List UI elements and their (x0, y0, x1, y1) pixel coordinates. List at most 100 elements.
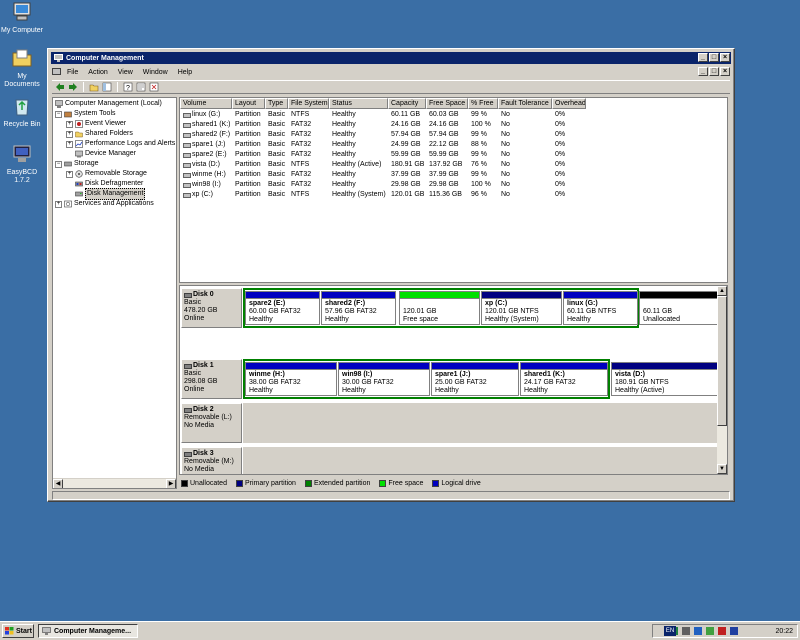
column-header-volume[interactable]: Volume (180, 98, 232, 109)
desktop-icon-recycle-bin[interactable]: Recycle Bin (0, 96, 44, 129)
collapse-icon[interactable]: − (55, 160, 62, 168)
expand-icon[interactable]: + (66, 170, 73, 178)
tree-item-services-and-applications[interactable]: + Services and Applications (55, 199, 154, 209)
table-row[interactable]: winme (H:) Partition Basic FAT32 Healthy 37.9… (180, 170, 586, 180)
menu-help[interactable]: Help (178, 69, 192, 76)
tree-item-system-tools[interactable]: − System Tools (55, 109, 116, 119)
disk-label-3[interactable]: Disk 3 Removable (M:) No Media (181, 447, 242, 474)
scroll-up-icon[interactable]: ▲ (717, 286, 727, 296)
partition-block[interactable]: xp (C:) 120.01 GB NTFS Healthy (System) (481, 291, 562, 325)
partition-block[interactable]: linux (G:) 60.11 GB NTFS Healthy (563, 291, 638, 325)
partition-block[interactable]: shared2 (F:) 57.96 GB FAT32 Healthy (321, 291, 396, 325)
tree-item-shared-folders[interactable]: + Shared Folders (66, 129, 133, 139)
volume-icon[interactable] (682, 627, 690, 635)
scroll-left-icon[interactable]: ◀ (53, 479, 63, 488)
tree-item-storage[interactable]: − Storage (55, 159, 99, 169)
column-header-free-space[interactable]: Free Space (426, 98, 468, 109)
child-minimize-button[interactable]: _ (698, 67, 708, 76)
table-row[interactable]: linux (G:) Partition Basic NTFS Healthy 60.11… (180, 110, 586, 120)
tree-item-computer-management[interactable]: Computer Management (Local) (55, 99, 162, 109)
antivirus-icon[interactable] (718, 627, 726, 635)
scroll-right-icon[interactable]: ▶ (166, 479, 176, 488)
table-cell: 37.99 GB (429, 171, 459, 178)
start-button[interactable]: Start (2, 624, 34, 638)
display-icon[interactable] (694, 627, 702, 635)
disk-label-0[interactable]: Disk 0 Basic 478.20 GB Online (181, 288, 242, 328)
title-bar[interactable]: Computer Management _ □ × (51, 52, 731, 64)
expand-icon[interactable]: + (66, 130, 73, 138)
show-hide-tree-icon[interactable] (102, 82, 112, 92)
table-row[interactable]: shared1 (K:) Partition Basic FAT32 Healthy 24… (180, 120, 586, 130)
menu-window[interactable]: Window (143, 69, 168, 76)
back-arrow-icon[interactable] (55, 82, 65, 92)
column-header-status[interactable]: Status (329, 98, 388, 109)
desktop-icon-my-documents[interactable]: My Documents (0, 48, 44, 89)
desktop-icon-my-computer[interactable]: My Computer (0, 2, 44, 35)
menu-file[interactable]: File (67, 69, 78, 76)
scroll-thumb[interactable] (717, 296, 727, 426)
security-icon[interactable] (730, 627, 738, 635)
partition-name: vista (D:) (615, 371, 645, 378)
up-folder-icon[interactable] (89, 82, 99, 92)
partition-block[interactable]: 120.01 GB Free space (399, 291, 480, 325)
disk-label-2[interactable]: Disk 2 Removable (L:) No Media (181, 403, 242, 443)
tree-item-device-manager[interactable]: Device Manager (75, 149, 136, 159)
partition-block[interactable]: 60.11 GB Unallocated (639, 291, 719, 325)
column-header-overhead[interactable]: Overhead (552, 98, 586, 109)
table-cell: Basic (268, 131, 286, 138)
tree-item-event-viewer[interactable]: + Event Viewer (66, 119, 126, 129)
column-header-capacity[interactable]: Capacity (388, 98, 426, 109)
table-row[interactable]: vista (D:) Partition Basic NTFS Healthy (Act… (180, 160, 586, 170)
table-cell: Healthy (332, 111, 356, 118)
minimize-button[interactable]: _ (698, 53, 708, 62)
child-restore-button[interactable]: □ (709, 67, 719, 76)
table-row[interactable]: spare2 (E:) Partition Basic FAT32 Healthy 59.… (180, 150, 586, 160)
disk-label-1[interactable]: Disk 1 Basic 298.08 GB Online (181, 359, 242, 399)
partition-block[interactable]: spare2 (E:) 60.00 GB FAT32 Healthy (245, 291, 320, 325)
table-row[interactable]: shared2 (F:) Partition Basic FAT32 Healthy 57… (180, 130, 586, 140)
help-icon[interactable]: ? (123, 82, 133, 92)
collapse-icon[interactable]: − (55, 110, 62, 118)
close-button[interactable]: × (720, 53, 730, 62)
column-header-file-system[interactable]: File System (288, 98, 329, 109)
table-cell: Partition (235, 181, 261, 188)
table-cell: 0% (555, 141, 566, 148)
partition-block[interactable]: spare1 (J:) 25.00 GB FAT32 Healthy (431, 362, 519, 396)
partition-block[interactable]: vista (D:) 180.91 GB NTFS Healthy (Active) (611, 362, 721, 396)
table-row[interactable]: win98 (I:) Partition Basic FAT32 Healthy 29.9… (180, 180, 586, 190)
desktop-icon-easybcd[interactable]: EasyBCD 1.7.2 (0, 144, 44, 185)
tree-item-performance-logs[interactable]: + Performance Logs and Alerts (66, 139, 175, 149)
menu-action[interactable]: Action (88, 69, 107, 76)
menu-view[interactable]: View (118, 69, 133, 76)
tree-horizontal-scrollbar[interactable]: ◀ ▶ (53, 478, 176, 488)
properties-icon[interactable] (136, 82, 146, 92)
table-cell: 57.94 GB (391, 131, 421, 138)
column-header-percent-free[interactable]: % Free (468, 98, 498, 109)
table-cell: Partition (235, 141, 261, 148)
table-row[interactable]: xp (C:) Partition Basic NTFS Healthy (System… (180, 190, 586, 200)
expand-icon[interactable]: + (55, 200, 62, 208)
maximize-button[interactable]: □ (709, 53, 719, 62)
partition-block[interactable]: win98 (I:) 30.00 GB FAT32 Healthy (338, 362, 430, 396)
export-list-icon[interactable] (149, 82, 159, 92)
language-indicator[interactable]: EN (664, 626, 676, 636)
table-cell: Partition (235, 121, 261, 128)
safely-remove-icon[interactable] (706, 627, 714, 635)
tree-item-removable-storage[interactable]: + Removable Storage (66, 169, 147, 179)
partition-block[interactable]: winme (H:) 38.00 GB FAT32 Healthy (245, 362, 337, 396)
taskbar-button-computer-management[interactable]: Computer Manageme... (38, 624, 138, 638)
forward-arrow-icon[interactable] (68, 82, 78, 92)
child-close-button[interactable]: × (720, 67, 730, 76)
tree-item-disk-management[interactable]: Disk Management (75, 188, 146, 200)
clock[interactable]: 20:22 (775, 628, 793, 635)
column-header-layout[interactable]: Layout (232, 98, 265, 109)
partition-block[interactable]: shared1 (K:) 24.17 GB FAT32 Healthy (520, 362, 608, 396)
table-row[interactable]: spare1 (J:) Partition Basic FAT32 Healthy 24.… (180, 140, 586, 150)
scroll-down-icon[interactable]: ▼ (717, 464, 727, 474)
column-header-fault-tolerance[interactable]: Fault Tolerance (498, 98, 552, 109)
column-header-type[interactable]: Type (265, 98, 288, 109)
expand-icon[interactable]: + (66, 140, 73, 148)
partition-status: Healthy (249, 387, 273, 394)
disk-vertical-scrollbar[interactable]: ▲ ▼ (717, 286, 727, 474)
expand-icon[interactable]: + (66, 120, 73, 128)
